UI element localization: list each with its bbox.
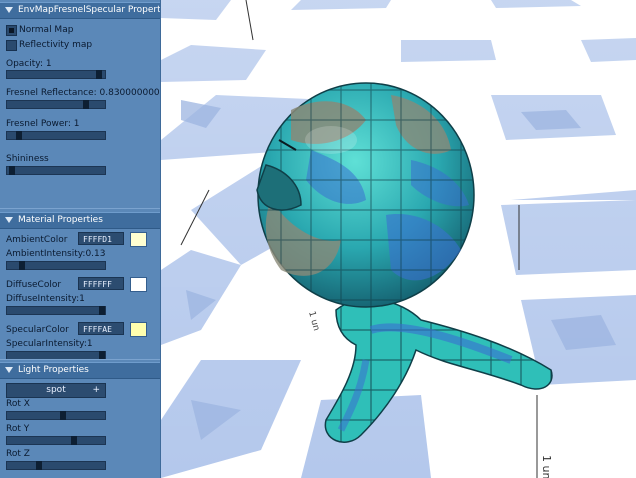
plus-icon: + (92, 385, 100, 395)
rot-x-label: Rot X (6, 399, 30, 409)
light-properties-title: Light Properties (18, 365, 89, 375)
shininess-slider[interactable] (6, 166, 106, 175)
unit-label: 1 unit (540, 455, 553, 478)
reflectivity-map-label: Reflectivity map (19, 40, 93, 50)
envmap-properties-title: EnvMapFresnelSpecular Propert (18, 5, 161, 15)
specular-color-swatch[interactable] (130, 322, 147, 337)
3d-object-sphere (256, 82, 475, 308)
reflectivity-map-checkbox[interactable] (6, 40, 17, 51)
opacity-slider-knob[interactable] (96, 70, 103, 79)
light-type-dropdown[interactable]: spot + (6, 383, 106, 398)
specular-color-hex-input[interactable]: FFFFAE (78, 322, 124, 335)
material-properties-title: Material Properties (18, 215, 103, 225)
opacity-label: Opacity: 1 (6, 59, 52, 69)
fresnel-reflectance-label: Fresnel Reflectance: 0.830000000 (6, 88, 160, 98)
specular-intensity-label: SpecularIntensity:1 (6, 339, 93, 349)
envmap-properties-header[interactable]: EnvMapFresnelSpecular Propert (0, 2, 160, 19)
fresnel-reflectance-slider[interactable] (6, 100, 106, 109)
divider (0, 359, 160, 360)
properties-panel: EnvMapFresnelSpecular Propert Normal Map… (0, 0, 162, 478)
rot-z-slider[interactable] (6, 461, 106, 470)
fresnel-reflectance-slider-knob[interactable] (83, 100, 90, 109)
rot-y-slider-knob[interactable] (71, 436, 78, 445)
specular-color-label: SpecularColor (6, 325, 69, 335)
fresnel-power-label: Fresnel Power: 1 (6, 119, 80, 129)
divider (0, 208, 160, 209)
ambient-intensity-label: AmbientIntensity:0.13 (6, 249, 106, 259)
diffuse-color-label: DiffuseColor (6, 280, 62, 290)
diffuse-intensity-label: DiffuseIntensity:1 (6, 294, 85, 304)
fresnel-power-slider[interactable] (6, 131, 106, 140)
collapse-triangle-icon (5, 7, 13, 13)
normal-map-checkbox[interactable] (6, 25, 17, 36)
rot-x-slider-knob[interactable] (60, 411, 67, 420)
normal-map-label: Normal Map (19, 25, 74, 35)
light-properties-header[interactable]: Light Properties (0, 362, 160, 379)
collapse-triangle-icon (5, 217, 13, 223)
fresnel-power-slider-knob[interactable] (16, 131, 23, 140)
diffuse-color-hex-input[interactable]: FFFFFF (78, 277, 124, 290)
shininess-slider-knob[interactable] (8, 166, 15, 175)
material-properties-header[interactable]: Material Properties (0, 212, 160, 229)
rot-y-label: Rot Y (6, 424, 30, 434)
opacity-slider[interactable] (6, 70, 106, 79)
rot-z-label: Rot Z (6, 449, 30, 459)
scene-render: 1 unit 1 un (161, 0, 636, 478)
ambient-intensity-slider-knob[interactable] (18, 261, 25, 270)
diffuse-color-swatch[interactable] (130, 277, 147, 292)
ambient-intensity-slider[interactable] (6, 261, 106, 270)
diffuse-intensity-slider[interactable] (6, 306, 106, 315)
collapse-triangle-icon (5, 367, 13, 373)
light-type-value: spot (46, 385, 66, 395)
shininess-label: Shininess (6, 154, 49, 164)
ambient-color-hex-input[interactable]: FFFFD1 (78, 232, 124, 245)
ambient-color-swatch[interactable] (130, 232, 147, 247)
diffuse-intensity-slider-knob[interactable] (99, 306, 105, 315)
ambient-color-label: AmbientColor (6, 235, 68, 245)
3d-viewport[interactable]: 1 unit 1 un (161, 0, 636, 478)
rot-y-slider[interactable] (6, 436, 106, 445)
rot-z-slider-knob[interactable] (36, 461, 43, 470)
rot-x-slider[interactable] (6, 411, 106, 420)
